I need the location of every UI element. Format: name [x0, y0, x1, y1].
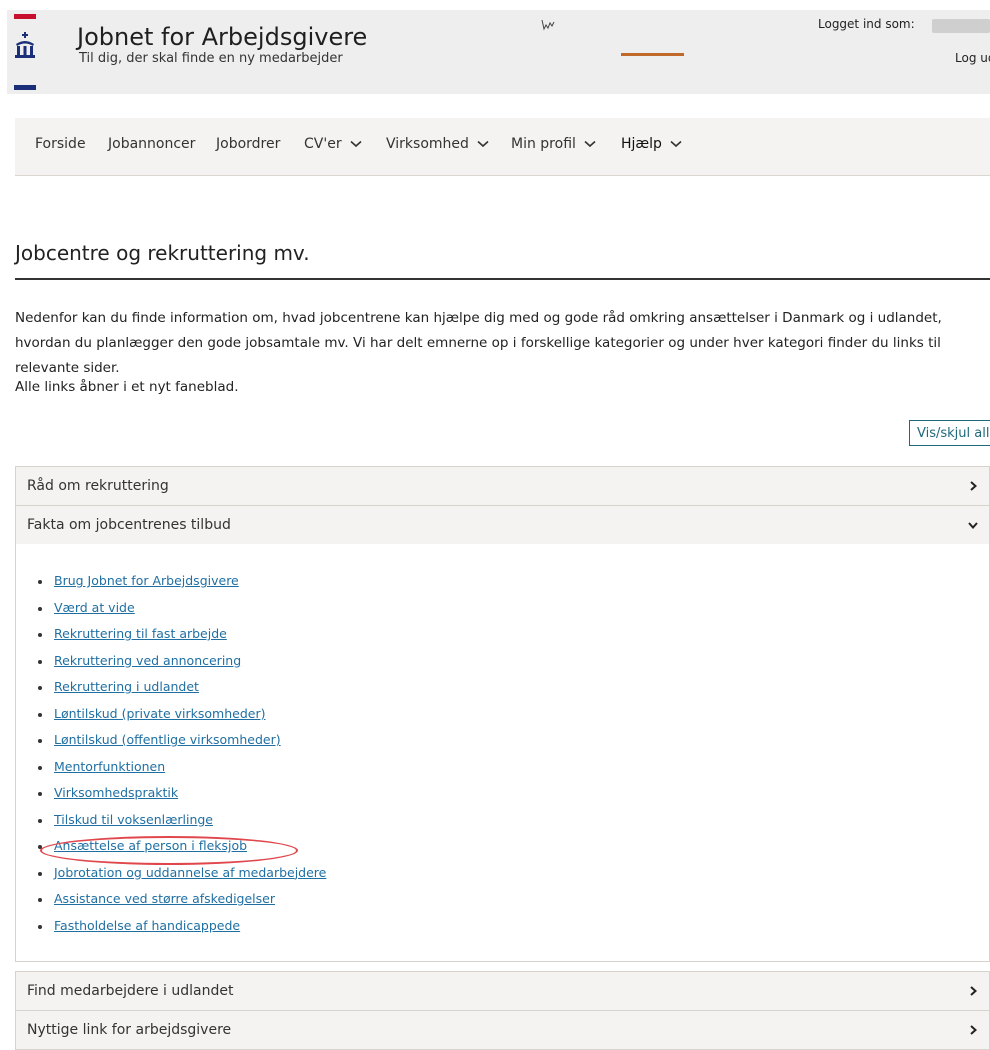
link-rekruttering-udlandet[interactable]: Rekruttering i udlandet [54, 679, 199, 694]
link-loentilskud-offentlige[interactable]: Løntilskud (offentlige virksomheder) [54, 732, 281, 747]
nav-active-indicator [621, 53, 684, 56]
link-virksomhedspraktik[interactable]: Virksomhedspraktik [54, 785, 178, 800]
list-item: Rekruttering ved annoncering [38, 653, 326, 680]
nav-item-jobannoncer[interactable]: Jobannoncer [108, 136, 195, 152]
list-item: Løntilskud (offentlige virksomheder) [38, 732, 326, 759]
link-list: Brug Jobnet for Arbejdsgivere Værd at vi… [38, 573, 326, 944]
nav-item-forside[interactable]: Forside [35, 136, 86, 152]
site-subtitle: Til dig, der skal finde en ny medarbejde… [79, 51, 343, 66]
chevron-down-icon [670, 140, 682, 148]
nav-item-cver[interactable]: CV'er [304, 136, 362, 152]
logout-link[interactable]: Log ud [955, 51, 990, 65]
crown-logo-icon[interactable] [14, 14, 36, 90]
chevron-down-icon [584, 140, 596, 148]
link-mentorfunktionen[interactable]: Mentorfunktionen [54, 759, 165, 774]
main-nav: Forside Jobannoncer Jobordrer CV'er Virk… [15, 118, 990, 176]
accordion-fakta-om-jobcentrenes-tilbud: Fakta om jobcentrenes tilbud Brug Jobnet… [15, 505, 990, 962]
link-rekruttering-fast-arbejde[interactable]: Rekruttering til fast arbejde [54, 626, 227, 641]
site-title[interactable]: Jobnet for Arbejdsgivere [77, 23, 367, 51]
list-item: Brug Jobnet for Arbejdsgivere [38, 573, 326, 600]
accordion-header[interactable]: Fakta om jobcentrenes tilbud [16, 506, 989, 544]
logged-in-label: Logget ind som: [818, 17, 915, 31]
chevron-down-icon [968, 522, 978, 530]
list-item: Mentorfunktionen [38, 759, 326, 786]
link-assistance-afskedigelser[interactable]: Assistance ved større afskedigelser [54, 891, 275, 906]
chevron-down-icon [477, 140, 489, 148]
chevron-right-icon [970, 986, 978, 996]
site-header: Jobnet for Arbejdsgivere Til dig, der sk… [7, 10, 990, 94]
accordion-raad-om-rekruttering: Råd om rekruttering [15, 466, 990, 506]
list-item: Rekruttering i udlandet [38, 679, 326, 706]
nav-item-virksomhed[interactable]: Virksomhed [386, 136, 489, 152]
list-item: Løntilskud (private virksomheder) [38, 706, 326, 733]
accordion-label: Nyttige link for arbejdsgivere [27, 1022, 232, 1038]
link-fastholdelse-handicappede[interactable]: Fastholdelse af handicappede [54, 918, 240, 933]
link-ansaettelse-fleksjob[interactable]: Ansættelse af person i fleksjob [54, 838, 247, 853]
intro-text: Nedenfor kan du finde information om, hv… [15, 310, 942, 376]
list-item: Ansættelse af person i fleksjob [38, 838, 326, 865]
toggle-all-button[interactable]: Vis/skjul alle [909, 420, 990, 446]
list-item: Fastholdelse af handicappede [38, 918, 326, 945]
list-item: Tilskud til voksenlærlinge [38, 812, 326, 839]
link-tilskud-voksenlaerlinge[interactable]: Tilskud til voksenlærlinge [54, 812, 213, 827]
nav-item-jobordrer[interactable]: Jobordrer [216, 136, 280, 152]
accordion-header[interactable]: Find medarbejdere i udlandet [16, 972, 989, 1010]
link-rekruttering-annoncering[interactable]: Rekruttering ved annoncering [54, 653, 241, 668]
list-item: Værd at vide [38, 600, 326, 627]
list-item: Assistance ved større afskedigelser [38, 891, 326, 918]
link-loentilskud-private[interactable]: Løntilskud (private virksomheder) [54, 706, 265, 721]
link-brug-jobnet[interactable]: Brug Jobnet for Arbejdsgivere [54, 573, 239, 588]
accordion-header[interactable]: Råd om rekruttering [16, 467, 989, 505]
page-title: Jobcentre og rekruttering mv. [15, 241, 310, 265]
nav-item-hjaelp[interactable]: Hjælp [621, 136, 682, 152]
accordion-find-medarbejdere-udlandet: Find medarbejdere i udlandet [15, 971, 990, 1011]
accordion-label: Råd om rekruttering [27, 478, 169, 494]
link-vaerd-at-vide[interactable]: Værd at vide [54, 600, 135, 615]
mouse-cursor-icon [541, 19, 555, 31]
list-item: Virksomhedspraktik [38, 785, 326, 812]
nav-item-min-profil[interactable]: Min profil [511, 136, 596, 152]
chevron-right-icon [970, 481, 978, 491]
accordion-header[interactable]: Nyttige link for arbejdsgivere [16, 1011, 989, 1049]
links-note: Alle links åbner i et nyt faneblad. [15, 379, 239, 395]
title-divider [15, 278, 990, 280]
accordion-label: Find medarbejdere i udlandet [27, 983, 234, 999]
username-redacted [932, 19, 990, 33]
accordion-label: Fakta om jobcentrenes tilbud [27, 517, 231, 533]
link-jobrotation[interactable]: Jobrotation og uddannelse af medarbejder… [54, 865, 326, 880]
accordion-nyttige-link: Nyttige link for arbejdsgivere [15, 1010, 990, 1050]
list-item: Rekruttering til fast arbejde [38, 626, 326, 653]
chevron-right-icon [970, 1025, 978, 1035]
list-item: Jobrotation og uddannelse af medarbejder… [38, 865, 326, 892]
accordion-body: Brug Jobnet for Arbejdsgivere Værd at vi… [16, 544, 989, 961]
chevron-down-icon [350, 140, 362, 148]
